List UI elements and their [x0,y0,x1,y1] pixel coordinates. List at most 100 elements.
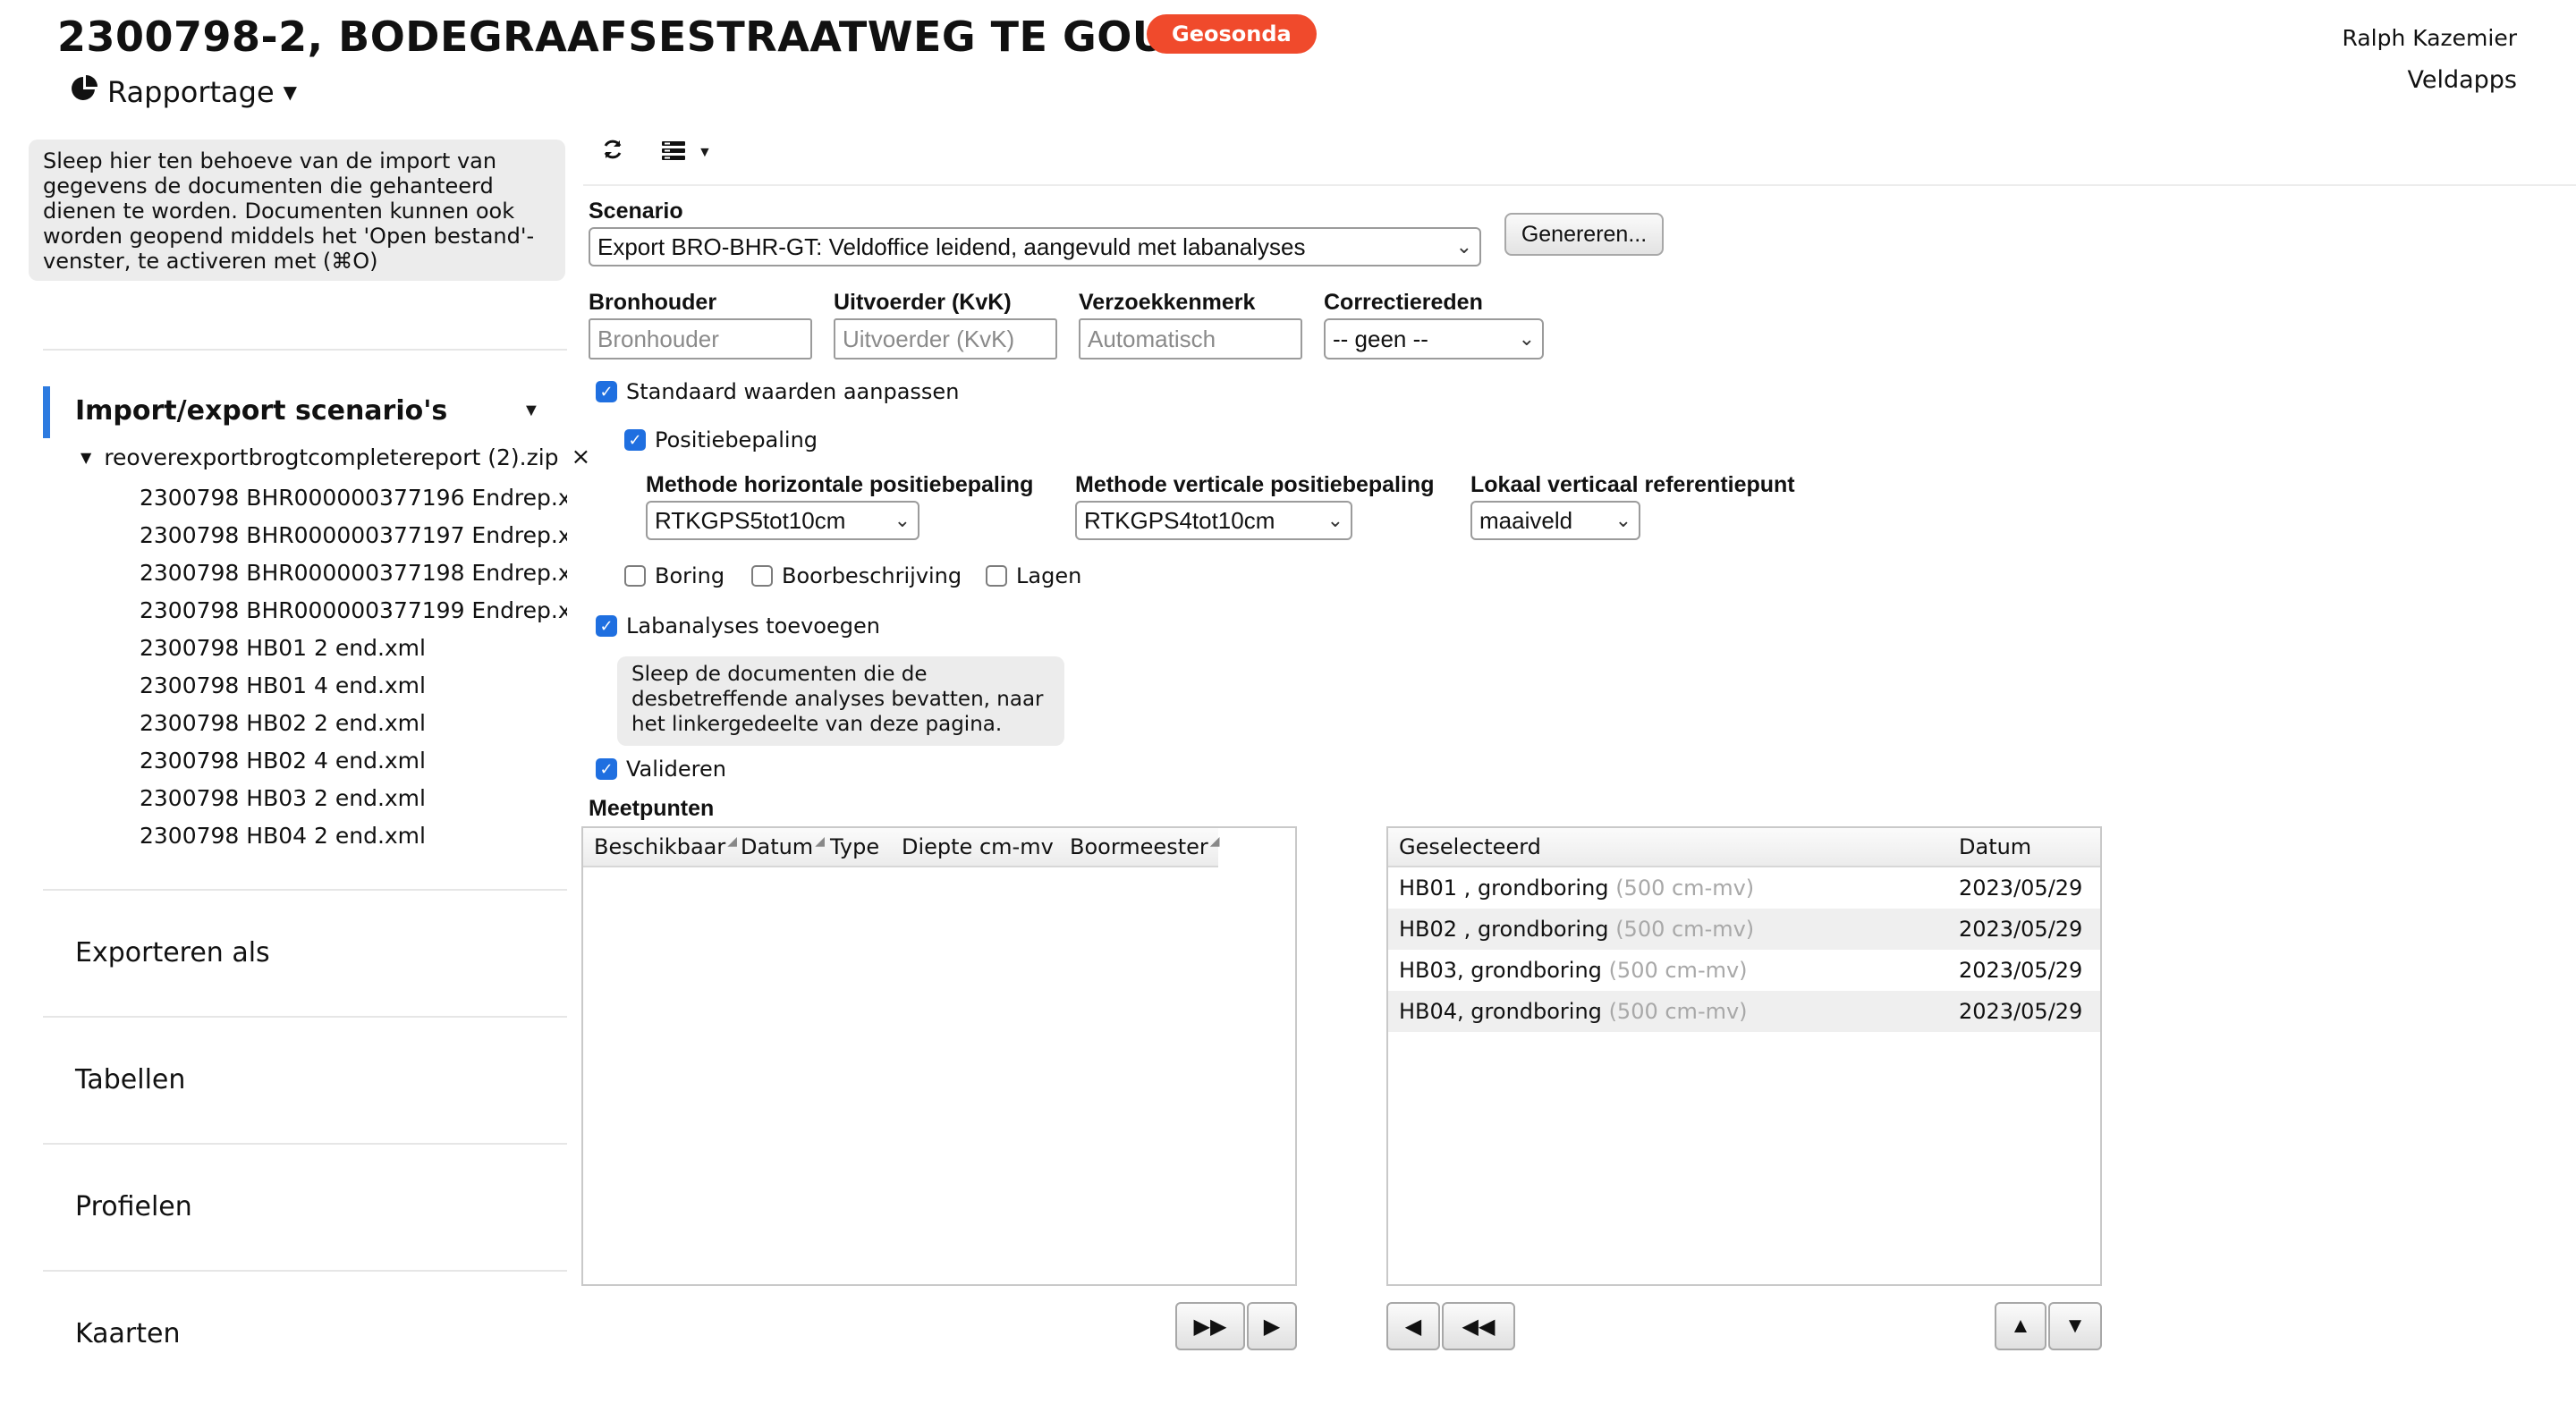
row-name-cell: HB04, grondboring (500 cm-mv) [1388,999,1948,1024]
valideren-checkbox[interactable]: ✓ Valideren [596,757,726,782]
col-datum[interactable]: Datum ◢ [730,834,825,859]
available-table[interactable]: Beschikbaar ◢ Datum ◢ Type Diepte cm-mv Bo… [581,826,1297,1286]
checkmark-icon[interactable]: ✓ [596,615,617,637]
row-date: 2023/05/29 [1959,917,2083,942]
section-tabellen[interactable]: Tabellen [75,1064,185,1095]
caret-down-icon: ▼ [283,81,298,103]
boorbeschrijving-checkbox[interactable]: Boorbeschrijving [751,563,962,588]
col-label: Beschikbaar [594,834,726,859]
section-import-export[interactable]: Import/export scenario's [75,395,447,427]
checkbox-box[interactable] [986,565,1007,587]
table-row[interactable]: HB03, grondboring (500 cm-mv) 2023/05/29 [1388,950,2100,991]
organization-badge: Geosonda [1147,14,1317,54]
list-item[interactable]: 2300798 HB01 4 end.xml [140,667,567,705]
import-dropzone[interactable]: Sleep hier ten behoeve van de import van… [29,140,565,281]
generate-button[interactable]: Genereren... [1504,213,1664,256]
boring-checkbox[interactable]: Boring [624,563,724,588]
boorbeschrijving-label: Boorbeschrijving [782,563,962,588]
boring-label: Boring [655,563,725,588]
bronhouder-input[interactable]: Bronhouder [589,318,812,359]
row-name: HB02 , grondboring [1399,917,1609,942]
col-diepte[interactable]: Diepte cm-mv [891,834,1059,859]
veldapps-link[interactable]: Veldapps [2407,66,2517,94]
section-kaarten[interactable]: Kaarten [75,1318,180,1349]
remove-all-button[interactable]: ◀◀ [1442,1302,1515,1350]
list-item[interactable]: 2300798 HB02 2 end.xml [140,705,567,742]
zip-tree-node[interactable]: ▼ reoverexportbrogtcompletereport (2).zi… [80,444,590,470]
labanalyses-checkbox[interactable]: ✓ Labanalyses toevoegen [596,613,880,639]
list-item[interactable]: 2300798 HB04 2 end.xml [140,817,567,855]
row-name: HB03, grondboring [1399,958,1602,983]
selected-table[interactable]: Geselecteerd Datum HB01 , grondboring (5… [1386,826,2102,1286]
checkmark-icon[interactable]: ✓ [596,381,617,402]
file-list: 2300798 BHR000000377196 Endrep.xml 23007… [140,479,567,855]
rapportage-label: Rapportage [107,75,275,109]
uitvoerder-input[interactable]: Uitvoerder (KvK) [834,318,1057,359]
checkmark-icon[interactable]: ✓ [624,429,646,451]
methode-verticaal-select[interactable]: RTKGPS4tot10cm ⌄ [1075,501,1352,540]
scenario-select[interactable]: Export BRO-BHR-GT: Veldoffice leidend, a… [589,227,1481,266]
checkmark-icon[interactable]: ✓ [596,758,617,780]
play-left-icon: ◀ [1404,1314,1422,1339]
col-geselecteerd[interactable]: Geselecteerd [1388,834,1948,859]
list-item[interactable]: 2300798 BHR000000377197 Endrep.xml [140,517,567,554]
correctiereden-select[interactable]: -- geen -- ⌄ [1324,318,1544,359]
meetpunten-label: Meetpunten [589,796,715,821]
add-selected-button[interactable]: ▶ [1247,1302,1297,1350]
lokaal-referentiepunt-select[interactable]: maaiveld ⌄ [1470,501,1640,540]
checkbox-box[interactable] [624,565,646,587]
tree-expand-icon[interactable]: ▼ [80,449,91,466]
page-title: 2300798-2, BODEGRAAFSESTRAATWEG TE GOUDA [57,13,1233,61]
move-up-button[interactable]: ▲ [1995,1302,2046,1350]
col-boormeester[interactable]: Boormeester ◢ [1059,834,1220,859]
table-row[interactable]: HB01 , grondboring (500 cm-mv) 2023/05/2… [1388,867,2100,909]
section-exporteren-als[interactable]: Exporteren als [75,937,270,968]
positiebepaling-checkbox[interactable]: ✓ Positiebepaling [624,427,818,452]
row-name-cell: HB03, grondboring (500 cm-mv) [1388,958,1948,983]
checkbox-box[interactable] [751,565,773,587]
list-item[interactable]: 2300798 BHR000000377196 Endrep.xml [140,479,567,517]
rewind-icon: ◀◀ [1462,1314,1496,1339]
view-options-menu[interactable]: ▼ [662,140,712,165]
refresh-icon[interactable] [601,138,624,165]
methode-verticaal-value: RTKGPS4tot10cm [1084,506,1275,534]
row-depth: (500 cm-mv) [1615,875,1755,901]
add-all-button[interactable]: ▶▶ [1175,1302,1245,1350]
user-name[interactable]: Ralph Kazemier [2343,25,2517,51]
divider [43,1143,567,1145]
col-type[interactable]: Type [819,834,891,859]
section-profielen[interactable]: Profielen [75,1191,192,1222]
standaard-checkbox[interactable]: ✓ Standaard waarden aanpassen [596,379,959,404]
divider [43,889,567,891]
col-datum[interactable]: Datum [1948,834,2031,859]
methode-horizontaal-select[interactable]: RTKGPS5tot10cm ⌄ [646,501,919,540]
uitvoerder-label: Uitvoerder (KvK) [834,290,1012,315]
list-item[interactable]: 2300798 BHR000000377198 Endrep.xml [140,554,567,592]
remove-file-icon[interactable]: × [572,444,591,470]
list-item[interactable]: 2300798 HB03 2 end.xml [140,780,567,817]
fast-forward-icon: ▶▶ [1193,1314,1227,1339]
zip-file-name: reoverexportbrogtcompletereport (2).zip [104,444,559,470]
table-row[interactable]: HB02 , grondboring (500 cm-mv) 2023/05/2… [1388,909,2100,950]
lagen-checkbox[interactable]: Lagen [986,563,1081,588]
row-name: HB04, grondboring [1399,999,1602,1024]
list-item[interactable]: 2300798 HB01 2 end.xml [140,630,567,667]
table-row[interactable]: HB04, grondboring (500 cm-mv) 2023/05/29 [1388,991,2100,1032]
lokaal-referentiepunt-value: maaiveld [1479,506,1573,534]
valideren-label: Valideren [626,757,726,782]
verzoekkenmerk-input[interactable]: Automatisch [1079,318,1302,359]
rapportage-menu[interactable]: Rapportage ▼ [70,72,297,113]
col-beschikbaar[interactable]: Beschikbaar ◢ [583,834,737,859]
arrow-down-icon: ▼ [2064,1314,2086,1338]
collapse-caret-icon[interactable]: ▼ [522,401,540,421]
labanalyses-dropzone-info: Sleep de documenten die de desbetreffend… [617,656,1064,746]
verzoekkenmerk-label: Verzoekkenmerk [1079,290,1256,315]
list-item[interactable]: 2300798 BHR000000377199 Endrep.xml [140,592,567,630]
play-right-icon: ▶ [1263,1314,1281,1339]
lagen-label: Lagen [1016,563,1082,588]
list-item[interactable]: 2300798 HB02 4 end.xml [140,742,567,780]
move-down-button[interactable]: ▼ [2048,1302,2102,1350]
table-header: Beschikbaar ◢ Datum ◢ Type Diepte cm-mv Bo… [583,828,1220,867]
remove-selected-button[interactable]: ◀ [1386,1302,1440,1350]
row-depth: (500 cm-mv) [1608,958,1748,983]
